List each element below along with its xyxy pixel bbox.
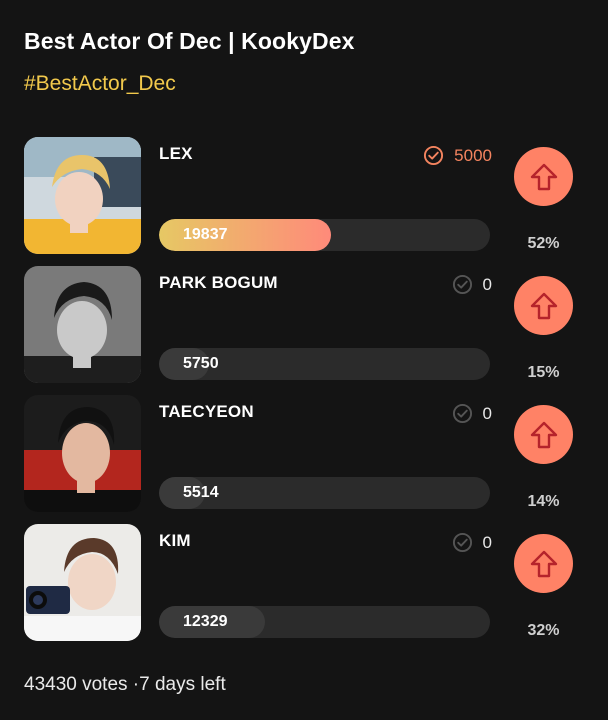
arrow-up-icon: [530, 550, 557, 577]
candidate-name: PARK BOGUM: [159, 273, 278, 292]
candidate-row-lex: LEX 5000 19837 52%: [0, 137, 608, 257]
vote-button[interactable]: [514, 276, 573, 335]
vote-count: 19837: [183, 226, 228, 243]
candidate-row-taecyeon: TAECYEON 0 5514 14%: [0, 395, 608, 515]
vote-count: 5514: [183, 484, 219, 501]
check-circle-icon: [452, 274, 472, 295]
check-circle-icon: [424, 145, 444, 166]
vote-progress-bar: 5514: [159, 477, 490, 509]
arrow-up-icon: [530, 292, 557, 319]
candidate-score: 0: [452, 532, 492, 553]
avatar-taecyeon: [24, 395, 141, 512]
score-value: 0: [482, 403, 492, 423]
vote-summary: 43430 votes ·7 days left: [24, 674, 226, 695]
candidate-name: TAECYEON: [159, 402, 254, 421]
vote-button[interactable]: [514, 405, 573, 464]
vote-percent: 52%: [527, 235, 560, 252]
vote-progress-bar: 19837: [159, 219, 490, 251]
check-circle-icon: [452, 532, 472, 553]
vote-progress-bar: 5750: [159, 348, 490, 380]
arrow-up-icon: [530, 163, 557, 190]
candidate-name: LEX: [159, 144, 193, 163]
candidate-score: 0: [452, 274, 492, 295]
arrow-up-icon: [530, 421, 557, 448]
candidate-score: 5000: [423, 145, 492, 166]
candidate-row-park-bogum: PARK BOGUM 0 5750 15%: [0, 266, 608, 386]
vote-count: 5750: [183, 355, 219, 372]
vote-percent: 14%: [527, 493, 560, 510]
hashtag[interactable]: #BestActor_Dec: [24, 72, 176, 96]
avatar-lex: [24, 137, 141, 254]
vote-percent: 32%: [527, 622, 560, 639]
score-value: 0: [482, 274, 492, 294]
score-value: 0: [482, 532, 492, 552]
vote-percent: 15%: [527, 364, 560, 381]
candidate-row-kim: KIM 0 12329 32%: [0, 524, 608, 644]
vote-count: 12329: [183, 613, 228, 630]
avatar-kim: [24, 524, 141, 641]
candidate-name: KIM: [159, 531, 191, 550]
candidate-score: 0: [452, 403, 492, 424]
vote-button[interactable]: [514, 534, 573, 593]
avatar-park-bogum: [24, 266, 141, 383]
score-value: 5000: [454, 145, 492, 165]
page-title: Best Actor Of Dec | KookyDex: [24, 28, 355, 54]
vote-button[interactable]: [514, 147, 573, 206]
check-circle-icon: [452, 403, 472, 424]
vote-progress-bar: 12329: [159, 606, 490, 638]
